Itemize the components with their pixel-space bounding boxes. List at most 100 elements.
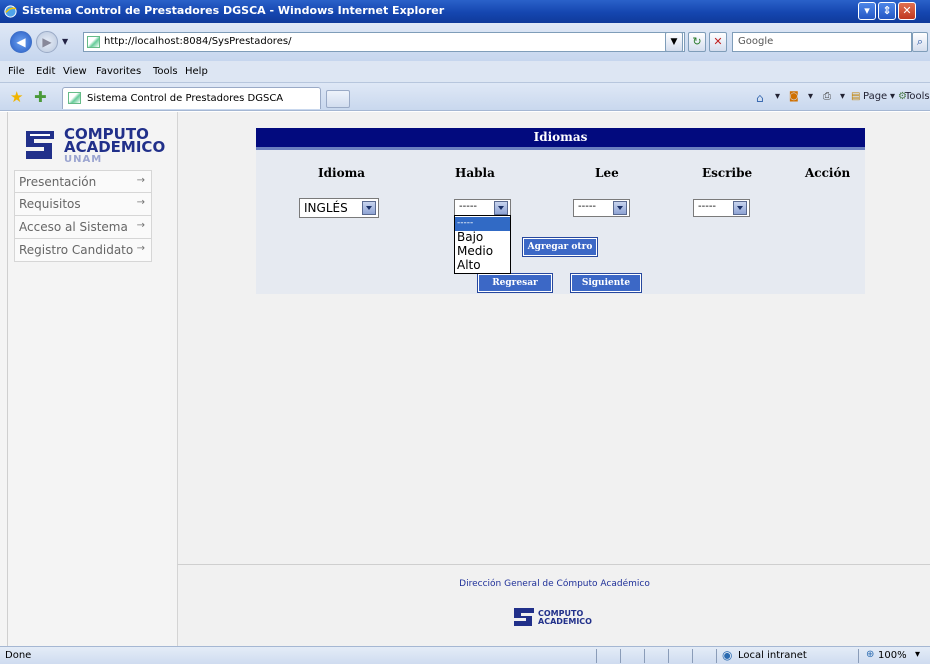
status-text: Done — [5, 650, 32, 661]
menu-view[interactable]: View — [63, 66, 87, 77]
zoom-dropdown-icon[interactable]: ▾ — [915, 649, 920, 660]
page-icon — [87, 36, 100, 48]
idiomas-form: Idiomas Idioma Habla Lee Escribe Acción … — [256, 128, 865, 294]
print-icon[interactable]: ⎙ — [823, 91, 831, 102]
page-menu[interactable]: Page — [863, 91, 887, 102]
menu-file[interactable]: File — [8, 66, 25, 77]
chevron-down-icon — [494, 201, 508, 215]
logo-mark-icon — [26, 131, 54, 159]
zoom-level[interactable]: 100% — [878, 650, 907, 661]
menu-tools[interactable]: Tools — [153, 66, 178, 77]
idioma-select[interactable]: INGLÉS — [299, 198, 379, 218]
sidebar-item-requisitos[interactable]: Requisitos → — [14, 193, 152, 216]
sidebar-item-label: Requisitos — [19, 197, 81, 211]
page-dropdown-icon[interactable]: ▾ — [890, 91, 895, 102]
window-titlebar: Sistema Control de Prestadores DGSCA - W… — [0, 0, 930, 23]
arrow-right-icon: → — [136, 197, 145, 208]
home-dropdown-icon[interactable]: ▾ — [775, 91, 780, 102]
tab-title: Sistema Control de Prestadores DGSCA — [87, 93, 284, 104]
zone-text: Local intranet — [738, 650, 807, 661]
chevron-down-icon — [613, 201, 627, 215]
arrow-right-icon: → — [136, 220, 145, 231]
feeds-icon[interactable]: ◙ — [789, 91, 799, 102]
regresar-button[interactable]: Regresar — [477, 273, 553, 293]
habla-option[interactable]: ----- — [455, 217, 510, 231]
zoom-icon: ⊕ — [866, 649, 875, 660]
favorites-star-icon[interactable]: ★ — [10, 88, 23, 106]
column-header-habla: Habla — [455, 166, 495, 180]
intranet-icon: ◉ — [722, 648, 733, 662]
arrow-right-icon: → — [136, 175, 145, 186]
menu-edit[interactable]: Edit — [36, 66, 55, 77]
ie-icon — [4, 5, 17, 18]
status-divider — [620, 649, 621, 663]
habla-option[interactable]: Bajo — [455, 231, 510, 244]
status-divider — [692, 649, 693, 663]
home-icon[interactable]: ⌂ — [756, 91, 764, 105]
form-title: Idiomas — [256, 128, 865, 150]
add-favorite-icon[interactable]: ✚ — [34, 88, 47, 106]
escribe-select[interactable]: ----- — [693, 199, 750, 217]
tools-menu[interactable]: Tools — [905, 91, 930, 102]
sidebar-item-registro[interactable]: Registro Candidato → — [14, 239, 152, 262]
history-dropdown-icon[interactable]: ▼ — [62, 37, 68, 46]
logo-line-3: UNAM — [64, 154, 103, 165]
habla-option[interactable]: Alto — [455, 259, 510, 272]
habla-value: ----- — [459, 201, 478, 212]
column-header-escribe: Escribe — [702, 166, 753, 180]
back-button[interactable]: ◀ — [10, 31, 32, 53]
sidebar-menu: Presentación → Requisitos → Acceso al Si… — [14, 170, 152, 262]
sidebar-item-acceso[interactable]: Acceso al Sistema → — [14, 216, 152, 239]
minimize-button[interactable]: ▾ — [858, 2, 876, 20]
feeds-dropdown-icon[interactable]: ▾ — [808, 91, 813, 102]
column-header-idioma: Idioma — [318, 166, 366, 180]
computo-academico-logo: COMPUTO ACADEMICO UNAM — [20, 125, 165, 169]
sidebar-item-presentacion[interactable]: Presentación → — [14, 170, 152, 193]
menu-bar: File Edit View Favorites Tools Help — [0, 61, 930, 83]
agregar-otro-button[interactable]: Agregar otro — [522, 237, 598, 257]
chevron-down-icon — [733, 201, 747, 215]
address-field[interactable]: http://localhost:8084/SysPrestadores/ — [83, 32, 685, 52]
sidebar-item-label: Acceso al Sistema — [19, 220, 128, 234]
menu-help[interactable]: Help — [185, 66, 208, 77]
maximize-button[interactable]: ⇕ — [878, 2, 896, 20]
stop-icon[interactable]: ✕ — [709, 32, 727, 52]
idioma-value: INGLÉS — [304, 201, 348, 215]
address-dropdown-icon[interactable]: ▼ — [665, 32, 683, 52]
column-header-accion: Acción — [805, 166, 851, 180]
sidebar-item-label: Registro Candidato — [19, 243, 134, 257]
habla-dropdown-list: ----- Bajo Medio Alto — [454, 215, 511, 274]
menu-favorites[interactable]: Favorites — [96, 66, 141, 77]
habla-option[interactable]: Medio — [455, 245, 510, 258]
main-area: Idiomas Idioma Habla Lee Escribe Acción … — [177, 112, 930, 564]
print-dropdown-icon[interactable]: ▾ — [840, 91, 845, 102]
search-icon[interactable]: ⌕ — [912, 32, 928, 52]
page-menu-icon: ▤ — [851, 91, 861, 102]
status-divider — [644, 649, 645, 663]
page-icon — [68, 92, 81, 104]
search-input[interactable]: Google — [732, 32, 912, 52]
address-text: http://localhost:8084/SysPrestadores/ — [104, 36, 292, 47]
close-button[interactable]: ✕ — [898, 2, 916, 20]
arrow-right-icon: → — [136, 243, 145, 254]
lee-select[interactable]: ----- — [573, 199, 630, 217]
column-header-lee: Lee — [595, 166, 619, 180]
escribe-value: ----- — [698, 201, 717, 212]
sidebar: COMPUTO ACADEMICO UNAM Presentación → Re… — [7, 112, 177, 646]
status-divider — [596, 649, 597, 663]
new-tab-button[interactable] — [326, 90, 350, 108]
page-content: COMPUTO ACADEMICO UNAM Presentación → Re… — [0, 112, 930, 646]
forward-button[interactable]: ▶ — [36, 31, 58, 53]
sidebar-item-label: Presentación — [19, 175, 97, 189]
status-divider — [858, 649, 859, 663]
lee-value: ----- — [578, 201, 597, 212]
logo-line-2: ACADEMICO — [64, 138, 166, 156]
tab-current[interactable]: Sistema Control de Prestadores DGSCA — [62, 87, 321, 109]
refresh-icon[interactable]: ↻ — [688, 32, 706, 52]
window-title: Sistema Control de Prestadores DGSCA - W… — [22, 4, 445, 17]
siguiente-button[interactable]: Siguiente — [570, 273, 642, 293]
footer-text: Dirección General de Cómputo Académico — [459, 579, 650, 589]
status-bar: Done ◉ Local intranet ⊕ 100% ▾ — [0, 646, 930, 664]
tabs-bar: ★ ✚ Sistema Control de Prestadores DGSCA… — [0, 83, 930, 111]
status-divider — [716, 649, 717, 663]
